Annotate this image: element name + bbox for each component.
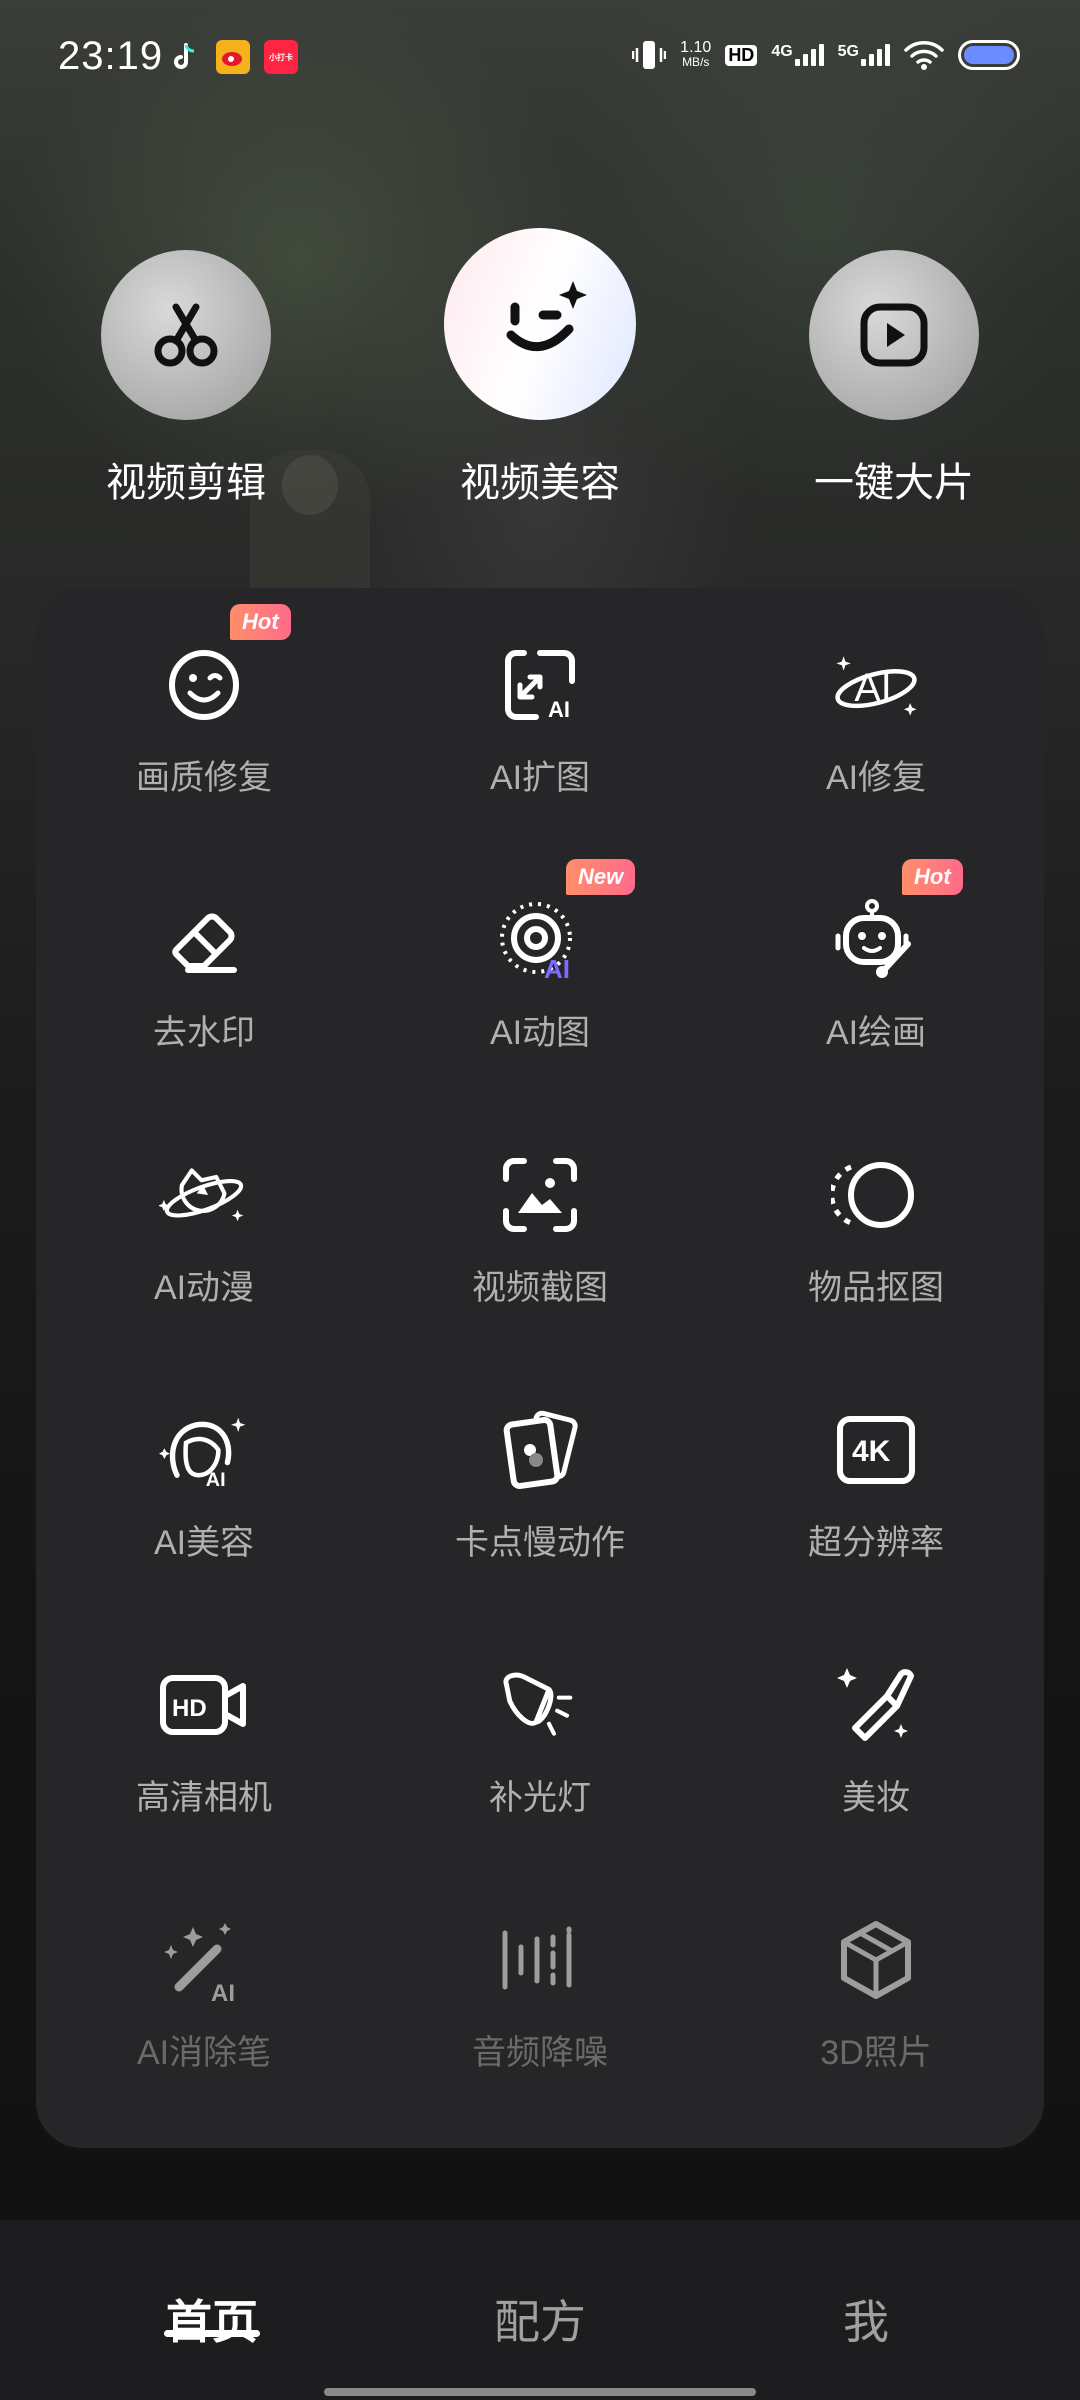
tool-label: 3D照片 (820, 2034, 932, 2072)
tool-label: 音频降噪 (472, 2034, 608, 2072)
tiktok-icon (168, 40, 202, 74)
network-speed: 1.10 MB/s (680, 39, 712, 70)
video-edit-label: 视频剪辑 (106, 461, 266, 505)
lipstick-icon (831, 1660, 921, 1750)
cutout-circle-icon (831, 1150, 921, 1240)
tool-label: AI修复 (825, 759, 927, 797)
cube-icon (831, 1915, 921, 2005)
video-beauty-label: 视频美容 (460, 461, 620, 505)
svg-text:4K: 4K (852, 1435, 891, 1468)
tool-makeup[interactable]: 美妆 (726, 1628, 1026, 1828)
tool-quality-repair[interactable]: Hot 画质修复 (54, 604, 354, 808)
signal-5g: 5G (838, 44, 890, 66)
wink-face-icon (444, 228, 636, 420)
tool-label: 画质修复 (136, 759, 272, 797)
tool-ai-expand[interactable]: AI AI扩图 (390, 608, 690, 808)
status-bar: 23:19 小打卡 1.10 MB/s HD 4G 5G (0, 0, 1080, 120)
bottom-nav: 首页 配方 我 (0, 2220, 1080, 2400)
tool-label: 美妆 (842, 1779, 910, 1817)
tool-super-resolution[interactable]: 4K 超分辨率 (726, 1373, 1026, 1573)
tool-ai-beauty[interactable]: AI AI美容 (54, 1373, 354, 1573)
ai-orbit-icon: AI (831, 640, 921, 730)
hd-indicator: HD (725, 44, 758, 66)
video-edit-button[interactable]: 视频剪辑 (86, 250, 286, 508)
robot-brush-icon (831, 895, 921, 985)
signal-4g: 4G (771, 44, 824, 66)
tool-label: AI动漫 (153, 1269, 255, 1307)
tool-ai-motion[interactable]: New AI AI动图 (390, 859, 690, 1063)
battery-icon (958, 40, 1020, 70)
vibrate-icon (632, 41, 667, 69)
tool-label: 去水印 (153, 1014, 255, 1052)
home-indicator[interactable] (324, 2388, 756, 2396)
tool-label: AI扩图 (489, 759, 591, 797)
magic-wand-icon: AI (159, 1915, 249, 2005)
tool-label: AI动图 (489, 1014, 591, 1052)
svg-text:AI: AI (211, 1980, 235, 2005)
tool-object-cutout[interactable]: 物品抠图 (726, 1118, 1026, 1318)
tool-3d-photo[interactable]: 3D照片 (726, 1883, 1026, 2083)
tool-label: 超分辨率 (808, 1524, 944, 1562)
nav-home[interactable]: 首页 (112, 2286, 312, 2352)
tool-label: AI绘画 (825, 1014, 927, 1052)
tool-label: 高清相机 (136, 1779, 272, 1817)
spotlight-icon (495, 1660, 585, 1750)
nav-me[interactable]: 我 (766, 2286, 966, 2352)
active-tab-indicator (164, 2330, 260, 2337)
notification-icons: 小打卡 (168, 40, 298, 74)
ai-expand-icon: AI (495, 640, 585, 730)
video-beauty-button[interactable]: 视频美容 (440, 228, 640, 508)
svg-text:AI: AI (854, 666, 891, 710)
scissors-icon (101, 250, 271, 420)
eraser-icon (159, 895, 249, 985)
cards-icon (495, 1405, 585, 1495)
svg-text:AI: AI (206, 1469, 226, 1491)
tools-panel: Hot 画质修复 AI AI扩图 AI AI修复 去水印 New AI AI动图… (36, 588, 1044, 2148)
tool-label: 视频截图 (472, 1269, 608, 1307)
4k-icon: 4K (831, 1405, 921, 1495)
person-head (282, 455, 338, 515)
tool-hd-camera[interactable]: HD 高清相机 (54, 1628, 354, 1828)
nav-recipes[interactable]: 配方 (440, 2286, 640, 2352)
weibo-icon (216, 40, 250, 74)
tool-label: 卡点慢动作 (455, 1524, 625, 1562)
tool-fill-light[interactable]: 补光灯 (390, 1628, 690, 1828)
ai-motion-icon: AI (495, 895, 585, 985)
tool-label: AI美容 (153, 1524, 255, 1562)
screenshot-frame-icon (495, 1150, 585, 1240)
mini-app-icon: 小打卡 (264, 40, 298, 74)
smile-face-icon (159, 640, 249, 730)
audio-wave-icon (495, 1915, 585, 2005)
tool-audio-denoise[interactable]: 音频降噪 (390, 1883, 690, 2083)
tool-ai-anime[interactable]: AI动漫 (54, 1118, 354, 1318)
status-right-icons: 1.10 MB/s HD 4G 5G (632, 38, 1020, 72)
wifi-icon (904, 41, 944, 70)
tool-ai-eraser-pen[interactable]: AI AI消除笔 (54, 1883, 354, 2083)
hot-badge: Hot (230, 604, 291, 640)
tool-remove-watermark[interactable]: 去水印 (54, 863, 354, 1063)
new-badge: New (566, 859, 636, 895)
svg-text:AI: AI (544, 954, 570, 982)
planet-icon (159, 1150, 249, 1240)
tool-beat-slowmo[interactable]: 卡点慢动作 (390, 1373, 690, 1573)
ai-face-icon: AI (159, 1405, 249, 1495)
hd-camera-icon: HD (159, 1660, 249, 1750)
tool-ai-repair[interactable]: AI AI修复 (726, 608, 1026, 808)
svg-text:AI: AI (548, 697, 570, 722)
tool-ai-painting[interactable]: Hot AI绘画 (726, 859, 1026, 1063)
play-icon (809, 250, 979, 420)
svg-text:HD: HD (172, 1695, 207, 1722)
tool-label: 补光灯 (489, 1779, 591, 1817)
status-time: 23:19 (58, 34, 164, 78)
tool-label: 物品抠图 (808, 1269, 944, 1307)
one-click-film-label: 一键大片 (814, 461, 974, 505)
one-click-film-button[interactable]: 一键大片 (794, 250, 994, 508)
tool-label: AI消除笔 (136, 2034, 272, 2072)
hot-badge: Hot (902, 859, 963, 895)
tool-video-screenshot[interactable]: 视频截图 (390, 1118, 690, 1318)
